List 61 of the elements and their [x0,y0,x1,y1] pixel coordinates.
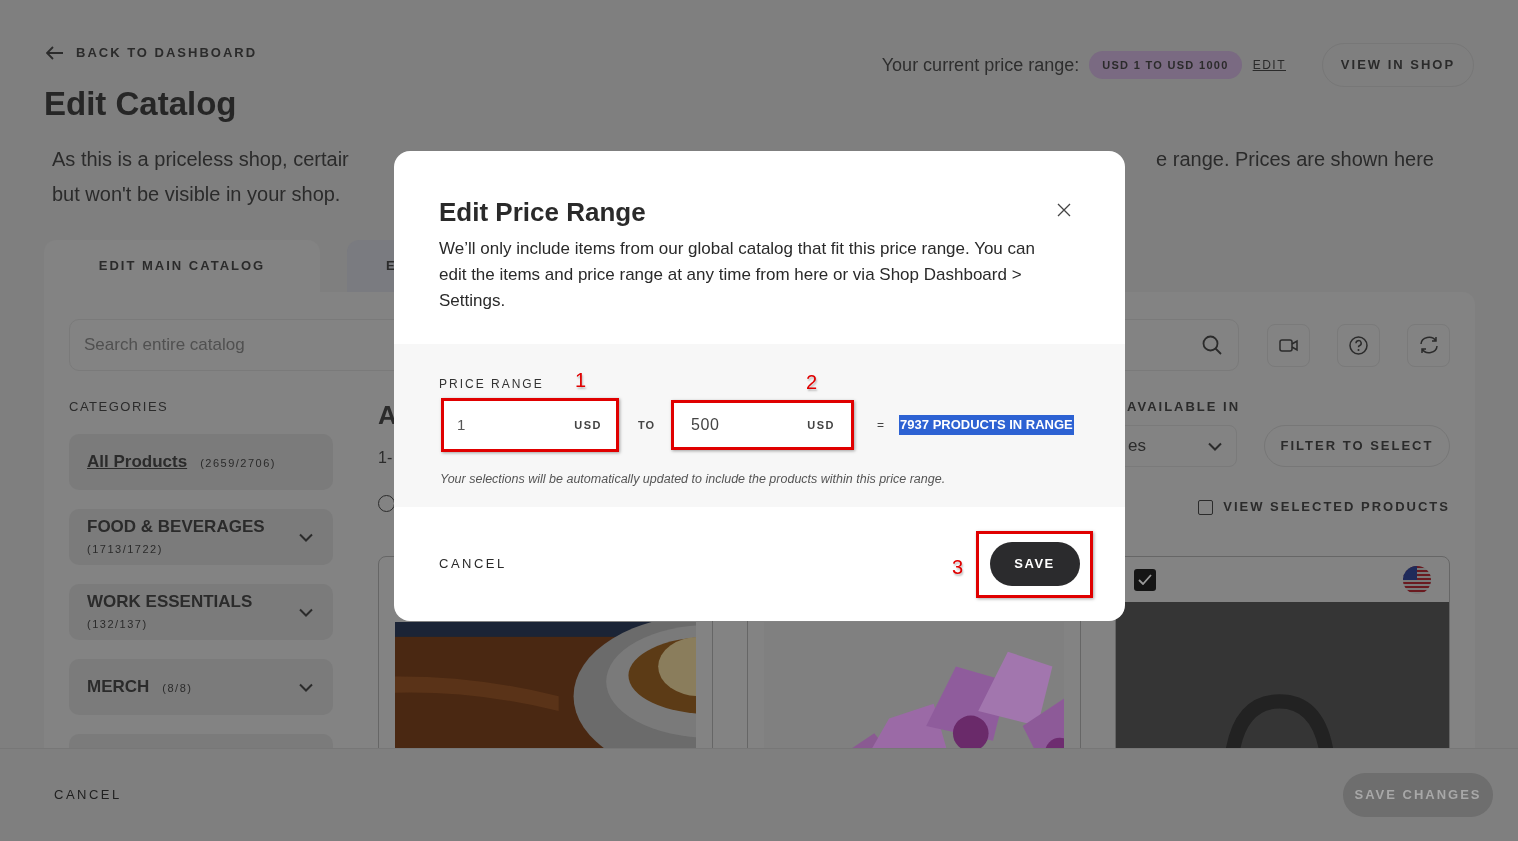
category-name: WORK ESSENTIALS [87,591,253,612]
category-name: MERCH [87,677,150,697]
price-range-note: Your selections will be automatically updated to include the products within this price range. [440,471,947,487]
products-in-range: 7937 PRODUCTS IN RANGE [899,415,1074,435]
min-price-field[interactable]: 1 [457,413,466,437]
category-name: All Products [87,452,188,472]
annotation-number: 2 [805,371,818,393]
catalog-tab[interactable]: EDIT MAIN CATALOG [44,240,320,292]
category-count: (2659/2706) [200,456,276,471]
save-button[interactable]: SAVE [989,542,1080,586]
category-item[interactable]: FOOD & BEVERAGES (1713/1722) [69,509,333,565]
available-in-label: AVAILABLE IN [1127,398,1242,416]
annotation-number: 1 [574,369,586,391]
chevron-down-icon [1208,441,1222,451]
back-link[interactable]: BACK TO DASHBOARD [44,43,258,63]
to-label: TO [638,417,656,433]
cancel-button[interactable]: CANCEL [54,785,122,805]
categories-heading: CATEGORIES [69,398,170,416]
chevron-down-icon [299,532,313,542]
category-count: (8/8) [162,681,193,696]
dialog-cancel-button[interactable]: CANCEL [439,554,507,574]
currency-label: USD [807,417,836,433]
category-item[interactable]: MERCH (8/8) [69,659,333,715]
close-icon [1057,203,1071,217]
category-name: FOOD & BEVERAGES [87,516,265,537]
annotation-number: 3 [951,556,963,578]
video-button[interactable] [1267,323,1310,367]
chevron-down-icon [299,607,313,617]
dialog-text: We’ll only include items from our global catalog that fit this price range. You can edit the items and price range at any time from here or via Shop Dashboard > Settings. [439,238,1036,312]
view-selected-checkbox[interactable]: VIEW SELECTED PRODUCTS [1198,499,1450,515]
chevron-down-icon [299,682,313,692]
description-text: e range. Prices are shown here [1156,147,1434,172]
close-button[interactable] [1057,203,1071,217]
description-text: but won't be visible in your shop. [52,183,341,205]
help-icon [1349,335,1368,355]
dropdown-value: es [1128,435,1146,458]
video-camera-icon [1279,338,1298,352]
refresh-button[interactable] [1407,323,1450,367]
product-checkbox[interactable] [1134,568,1157,591]
check-icon [1138,574,1153,585]
category-count: (1713/1722) [87,541,164,557]
price-range-label: Your current price range: [881,53,1080,77]
category-item[interactable]: All Products (2659/2706) [69,434,333,490]
help-button[interactable] [1337,323,1380,367]
back-arrow-icon [46,46,64,60]
dialog-title: Edit Price Range [439,196,646,228]
currency-label: USD [574,417,602,433]
max-price-field[interactable]: 500 [691,413,720,437]
price-range-heading: PRICE RANGE [439,376,544,392]
search-icon [1202,335,1222,355]
category-count: (132/137) [87,616,149,632]
refresh-icon [1418,336,1439,354]
listing-heading: A [378,399,397,432]
listing-range: 1- [378,448,394,468]
edit-link[interactable]: EDIT [1252,56,1286,74]
price-range-badge: USD 1 TO USD 1000 [1089,51,1242,79]
page-title: Edit Catalog [44,84,238,124]
equals-sign: = [877,417,885,434]
description-text: As this is a priceless shop, certair [52,147,349,172]
flag-icon [1403,565,1431,594]
category-item[interactable]: WORK ESSENTIALS (132/137) [69,584,333,640]
